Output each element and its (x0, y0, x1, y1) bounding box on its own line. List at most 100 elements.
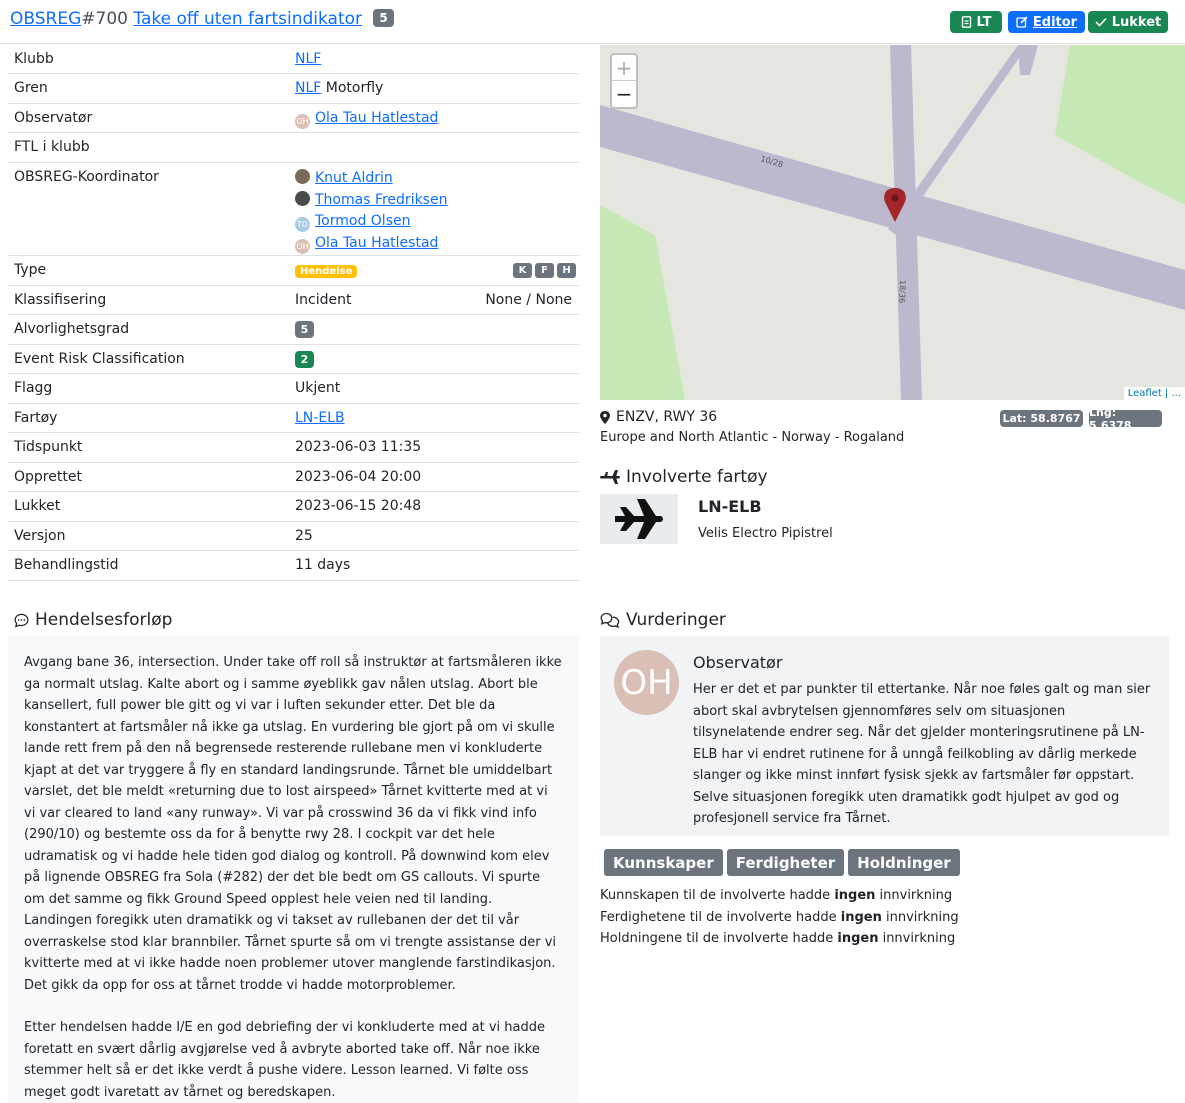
coordinator-link[interactable]: Tormod Olsen (315, 213, 410, 229)
airplane-icon (600, 470, 620, 484)
assessment-text: Her er det et par punkter til ettertanke… (693, 682, 1151, 826)
row-label: Tidspunkt (14, 439, 83, 455)
narrative-paragraph: Avgang bane 36, intersection. Under take… (24, 655, 562, 993)
involved-heading: Involverte fartøy (600, 467, 768, 487)
editor-label: Editor (1032, 14, 1078, 30)
avatar: TO (295, 217, 310, 232)
edit-icon (1016, 16, 1028, 28)
row-label: Observatør (14, 110, 93, 126)
avatar (295, 190, 310, 206)
processing-time-value: 11 days (295, 557, 351, 573)
classification-extra: None / None (485, 292, 572, 308)
row-label: FTL i klubb (14, 139, 90, 155)
chat-icon (14, 613, 29, 628)
row-flagg: Flagg Ukjent (8, 374, 579, 404)
closed-value: 2023-06-15 20:48 (295, 498, 422, 514)
narrative-heading-text: Hendelsesforløp (35, 610, 173, 630)
coordinator-link[interactable]: Thomas Fredriksen (315, 192, 447, 208)
club-link[interactable]: NLF (295, 51, 321, 67)
editor-button[interactable]: Editor (1008, 11, 1085, 33)
avatar: OH (614, 650, 679, 715)
obsreg-number: #700 (81, 9, 128, 29)
assessment-role: Observatør (693, 653, 783, 672)
avatar: OH (295, 238, 310, 254)
latitude-badge: Lat: 58.8767 (1000, 410, 1083, 427)
row-gren: Gren NLF Motorfly (8, 74, 579, 104)
row-label: Lukket (14, 498, 61, 514)
narrative-box: Avgang bane 36, intersection. Under take… (8, 636, 579, 1103)
observation-title-link[interactable]: Take off uten fartsindikator (133, 9, 362, 29)
document-icon (961, 16, 971, 28)
factor-line: Kunnskapen til de involverte hadde ingen… (600, 888, 953, 903)
row-label: Opprettet (14, 469, 82, 485)
gren-club-link[interactable]: NLF (295, 80, 321, 96)
factor-line: Holdningene til de involverte hadde inge… (600, 931, 956, 946)
status-closed-button[interactable]: Lukket (1088, 11, 1168, 33)
severity-badge: 5 (295, 321, 314, 338)
factor-tabs: Kunnskaper Ferdigheter Holdninger (604, 849, 960, 876)
flag-h-badge: H (557, 263, 576, 278)
row-erc: Event Risk Classification 2 (8, 345, 579, 374)
row-koordinator: OBSREG-Koordinator Knut Aldrin Thomas Fr… (8, 163, 579, 256)
row-observator: Observatør OH Ola Tau Hatlestad (8, 104, 579, 133)
row-klubb: Klubb NLF (8, 45, 579, 74)
severity-badge: 5 (373, 9, 394, 27)
avatar (295, 169, 310, 184)
version-value: 25 (295, 528, 313, 544)
lt-label: LT (976, 14, 992, 30)
classification-value: Incident (295, 292, 352, 308)
zoom-in-button[interactable]: + (612, 55, 636, 81)
factor-summary: Kunnskapen til de involverte hadde ingen… (600, 885, 959, 950)
observation-info-table: Klubb NLF Gren NLF Motorfly Observatør O… (8, 45, 579, 581)
location-place: ENZV, RWY 36 (616, 409, 718, 425)
flag-f-badge: F (535, 263, 554, 278)
zoom-out-button[interactable]: − (612, 81, 636, 107)
airplane-icon (615, 499, 663, 539)
observer-link[interactable]: Ola Tau Hatlestad (315, 110, 438, 126)
status-label: Lukket (1111, 14, 1162, 30)
row-type: Type Hendelse K F H (8, 256, 579, 286)
row-behandlingstid: Behandlingstid 11 days (8, 551, 579, 581)
lt-button[interactable]: LT (950, 11, 1002, 33)
row-label: Type (14, 262, 47, 278)
avatar: OH (295, 114, 310, 129)
narrative-heading: Hendelsesforløp (14, 610, 172, 630)
tab-ferdigheter[interactable]: Ferdigheter (726, 849, 845, 876)
location-map[interactable]: 10/28 18/36 + − Leaflet | ... (600, 45, 1185, 400)
top-bar: OBSREG#700 Take off uten fartsindikator … (0, 0, 1185, 44)
row-label: Alvorlighetsgrad (14, 321, 130, 337)
row-ftl: FTL i klubb (8, 133, 579, 163)
coordinator-link[interactable]: Knut Aldrin (315, 170, 393, 186)
row-lukket: Lukket 2023-06-15 20:48 (8, 492, 579, 522)
row-alvorlighetsgrad: Alvorlighetsgrad 5 (8, 315, 579, 345)
flag-k-badge: K (513, 263, 532, 278)
aircraft-image[interactable] (600, 494, 678, 544)
row-versjon: Versjon 25 (8, 522, 579, 551)
aircraft-model: Velis Electro Pipistrel (698, 526, 833, 541)
assessment-card: OH Observatør Her er det et par punkter … (600, 636, 1169, 836)
involved-heading-text: Involverte fartøy (626, 467, 768, 487)
flag-value: Ukjent (295, 380, 341, 396)
location-info: ENZV, RWY 36 Europe and North Atlantic -… (600, 406, 1185, 445)
type-badge: Hendelse (295, 265, 358, 278)
runway-label-2: 18/36 (897, 280, 907, 303)
zoom-control: + − (610, 53, 638, 109)
map-attribution[interactable]: Leaflet | ... (1123, 387, 1185, 400)
row-klassifisering: Klassifisering Incident None / None (8, 286, 579, 315)
tab-holdninger[interactable]: Holdninger (848, 849, 960, 876)
row-label: Event Risk Classification (14, 351, 185, 367)
map-pin-icon (600, 410, 610, 424)
chats-icon (600, 612, 620, 628)
obsreg-link[interactable]: OBSREG (10, 9, 81, 29)
created-value: 2023-06-04 20:00 (295, 469, 422, 485)
longitude-badge: Lng: 5.6378 (1089, 406, 1162, 432)
row-opprettet: Opprettet 2023-06-04 20:00 (8, 463, 579, 492)
aircraft-link[interactable]: LN-ELB (295, 410, 345, 426)
narrative-paragraph: Etter hendelsen hadde I/E en god debrief… (24, 1020, 546, 1100)
coordinator-link[interactable]: Ola Tau Hatlestad (315, 235, 438, 251)
tab-kunnskaper[interactable]: Kunnskaper (604, 849, 723, 876)
row-label: Fartøy (14, 410, 58, 426)
row-label: Flagg (14, 380, 53, 396)
kfh-flags: K F H (513, 263, 576, 278)
factor-line: Ferdighetene til de involverte hadde ing… (600, 909, 959, 925)
